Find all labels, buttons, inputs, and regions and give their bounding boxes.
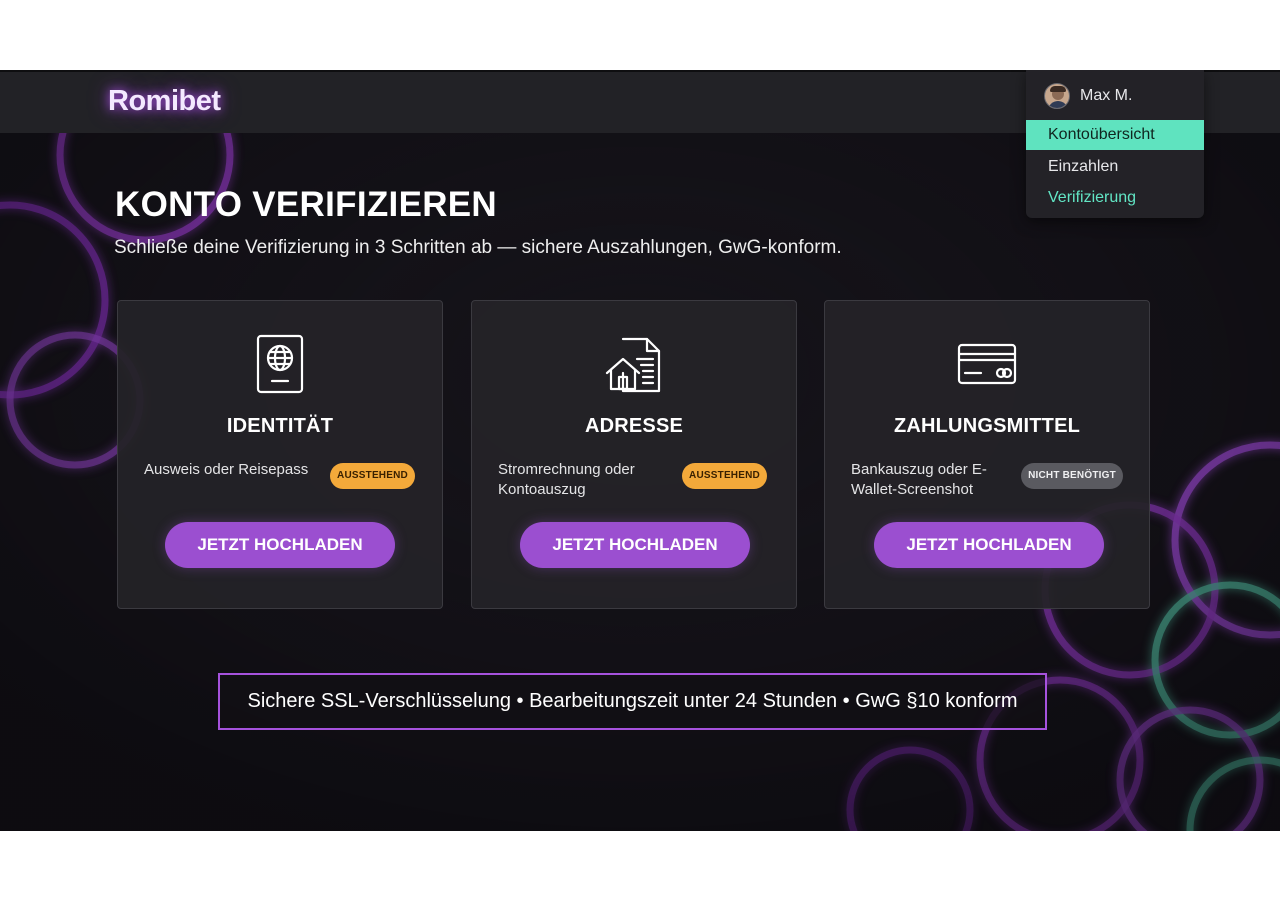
avatar (1044, 83, 1070, 109)
card-title: ADRESSE (584, 415, 684, 437)
menu-item-einzahlen[interactable]: Einzahlen (1026, 152, 1204, 182)
user-dropdown-menu: Max M. Kontoübersicht Einzahlen Verifizi… (1026, 70, 1204, 218)
app-frame: Romibet Max M. Kontoübersicht Einzahlen … (0, 70, 1280, 831)
brand-logo[interactable]: Romibet (108, 85, 221, 118)
payment-card-icon (957, 343, 1017, 385)
verification-card-identity: IDENTITÄT Ausweis oder Reisepass AUSSTEH… (117, 300, 443, 609)
status-badge: AUSSTEHEND (330, 463, 415, 489)
card-description: Ausweis oder Reisepass (144, 461, 309, 478)
page-title: KONTO VERIFIZIEREN (115, 185, 498, 224)
card-title: IDENTITÄT (226, 415, 334, 437)
verification-card-payment: ZAHLUNGSMITTEL Bankauszug oder E-Wallet-… (824, 300, 1150, 609)
address-document-icon (605, 337, 661, 393)
upload-address-button[interactable]: JETZT HOCHLADEN (520, 522, 750, 568)
card-title: ZAHLUNGSMITTEL (893, 415, 1081, 437)
card-description: Bankauszug oder E-Wallet-Screenshot (851, 461, 987, 498)
menu-item-kontouebersicht[interactable]: Kontoübersicht (1026, 120, 1204, 150)
upload-identity-button[interactable]: JETZT HOCHLADEN (165, 522, 395, 568)
user-profile[interactable]: Max M. (1044, 82, 1132, 110)
menu-item-verifizierung[interactable]: Verifizierung (1026, 183, 1204, 213)
page-subtitle: Schließe deine Verifizierung in 3 Schrit… (114, 237, 842, 258)
upload-payment-button[interactable]: JETZT HOCHLADEN (874, 522, 1104, 568)
status-badge: AUSSTEHEND (682, 463, 767, 489)
passport-icon (256, 334, 304, 394)
security-info-banner: Sichere SSL-Verschlüsselung • Bearbeitun… (218, 673, 1047, 730)
card-description: Stromrechnung oder Kontoauszug (498, 461, 635, 498)
status-badge: NICHT BENÖTIGT (1021, 463, 1123, 489)
user-name: Max M. (1080, 87, 1133, 104)
verification-card-address: ADRESSE Stromrechnung oder Kontoauszug A… (471, 300, 797, 609)
